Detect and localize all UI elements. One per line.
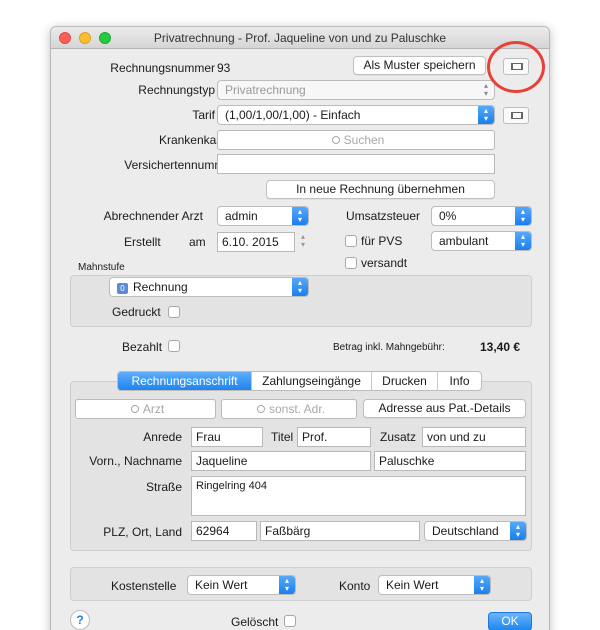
date-stepper-icon[interactable]: ▴ ▾ bbox=[298, 233, 308, 251]
other-address-search-placeholder: sonst. Adr. bbox=[268, 402, 326, 416]
deleted-checkbox[interactable] bbox=[284, 615, 296, 627]
dunning-section-label: Mahnstufe bbox=[78, 262, 125, 273]
tariff-icon-button[interactable] bbox=[503, 107, 529, 124]
invoice-type-label: Rechnungstyp bbox=[138, 83, 215, 97]
billing-doctor-label: Abrechnender Arzt bbox=[103, 209, 203, 223]
tariff-select[interactable]: (1,00/1,00/1,00) - Einfach ▴ ▾ bbox=[217, 105, 495, 125]
tariff-icon bbox=[511, 112, 523, 119]
cost-center-select[interactable]: Kein Wert ▴ ▾ bbox=[187, 575, 296, 595]
insurer-search-placeholder: Suchen bbox=[343, 133, 385, 147]
city-input[interactable]: Faßbärg bbox=[260, 521, 420, 541]
treatment-mode-select[interactable]: ambulant ▴ ▾ bbox=[431, 231, 532, 251]
insurer-search-input[interactable]: Suchen bbox=[217, 130, 495, 150]
doctor-search-placeholder: Arzt bbox=[142, 402, 165, 416]
highlight-circle bbox=[487, 41, 545, 93]
treatment-mode-value: ambulant bbox=[439, 234, 489, 248]
sent-label: versandt bbox=[361, 256, 408, 270]
chevron-updown-icon: ▴ ▾ bbox=[515, 232, 531, 250]
vat-select[interactable]: 0% ▴ ▾ bbox=[431, 206, 532, 226]
paid-label: Bezahlt bbox=[122, 340, 163, 354]
chevron-updown-icon: ▴ ▾ bbox=[279, 576, 295, 594]
billing-doctor-select[interactable]: admin ▴ ▾ bbox=[217, 206, 309, 226]
pvs-label: für PVS bbox=[361, 234, 403, 248]
salutation-input[interactable]: Frau bbox=[191, 427, 263, 447]
chevron-updown-icon: ▴ ▾ bbox=[292, 278, 308, 296]
created-date-input[interactable]: 6.10. 2015 bbox=[217, 232, 295, 252]
title-input[interactable]: Prof. bbox=[297, 427, 371, 447]
chevron-updown-icon: ▴ ▾ bbox=[292, 207, 308, 225]
titlebar: Privatrechnung - Prof. Jaqueline von und… bbox=[51, 27, 549, 49]
vat-value: 0% bbox=[439, 209, 457, 223]
salutation-label: Anrede bbox=[143, 430, 182, 444]
account-value: Kein Wert bbox=[386, 578, 439, 592]
invoice-window: Privatrechnung - Prof. Jaqueline von und… bbox=[50, 26, 550, 630]
chevron-updown-icon: ▴ ▾ bbox=[483, 81, 488, 98]
street-textarea[interactable]: Ringelring 404 bbox=[191, 476, 526, 516]
tab-print[interactable]: Drucken bbox=[372, 372, 438, 390]
help-button[interactable]: ? bbox=[70, 610, 90, 630]
other-address-search-input[interactable]: sonst. Adr. bbox=[221, 399, 357, 419]
doctor-search-input[interactable]: Arzt bbox=[75, 399, 216, 419]
sent-checkbox[interactable] bbox=[345, 257, 357, 269]
dunning-level-select[interactable]: 0 Rechnung ▴ ▾ bbox=[109, 277, 309, 297]
cost-center-label: Kostenstelle bbox=[111, 579, 177, 593]
invoice-number-label: Rechnungsnummer bbox=[110, 61, 215, 75]
cost-center-value: Kein Wert bbox=[195, 578, 248, 592]
title-label: Titel bbox=[271, 430, 294, 444]
transfer-to-new-invoice-button[interactable]: In neue Rechnung übernehmen bbox=[266, 180, 495, 199]
invoice-type-value: Privatrechnung bbox=[225, 83, 306, 97]
plz-input[interactable]: 62964 bbox=[191, 521, 257, 541]
search-icon bbox=[130, 405, 139, 413]
invoice-type-select: Privatrechnung ▴ ▾ bbox=[217, 80, 495, 100]
printed-label: Gedruckt bbox=[112, 305, 161, 319]
address-tabs: Rechnungsanschrift Zahlungseingänge Druc… bbox=[117, 371, 482, 391]
address-from-patient-button[interactable]: Adresse aus Pat.-Details bbox=[363, 399, 526, 418]
save-as-template-button[interactable]: Als Muster speichern bbox=[353, 56, 486, 75]
tab-billing-address[interactable]: Rechnungsanschrift bbox=[118, 372, 252, 390]
name-label: Vorn., Nachname bbox=[89, 454, 182, 468]
plz-city-country-label: PLZ, Ort, Land bbox=[103, 525, 182, 539]
tariff-label: Tarif bbox=[192, 108, 215, 122]
created-am-label: am bbox=[189, 235, 206, 249]
window-title: Privatrechnung - Prof. Jaqueline von und… bbox=[153, 31, 447, 45]
account-label: Konto bbox=[339, 579, 371, 593]
tab-payments[interactable]: Zahlungseingänge bbox=[252, 372, 372, 390]
insured-number-input[interactable] bbox=[217, 154, 495, 174]
dunning-level-badge: 0 bbox=[117, 283, 128, 294]
created-label: Erstellt bbox=[124, 235, 161, 249]
chevron-updown-icon: ▴ ▾ bbox=[478, 106, 494, 124]
billing-doctor-value: admin bbox=[225, 209, 258, 223]
invoice-number-value: 93 bbox=[217, 61, 231, 75]
pvs-checkbox[interactable] bbox=[345, 235, 357, 247]
tariff-value: (1,00/1,00/1,00) - Einfach bbox=[225, 108, 361, 122]
first-name-input[interactable]: Jaqueline bbox=[191, 451, 371, 471]
country-select[interactable]: Deutschland ▴ ▾ bbox=[424, 521, 527, 541]
street-label: Straße bbox=[145, 480, 182, 494]
search-icon bbox=[256, 405, 265, 413]
country-value: Deutschland bbox=[432, 524, 499, 538]
deleted-label: Gelöscht bbox=[231, 615, 279, 629]
suffix-label: Zusatz bbox=[380, 430, 417, 444]
account-select[interactable]: Kein Wert ▴ ▾ bbox=[378, 575, 491, 595]
dunning-level-value: Rechnung bbox=[133, 280, 188, 294]
chevron-updown-icon: ▴ ▾ bbox=[474, 576, 490, 594]
suffix-input[interactable]: von und zu bbox=[422, 427, 526, 447]
vat-label: Umsatzsteuer bbox=[346, 209, 421, 223]
chevron-updown-icon: ▴ ▾ bbox=[515, 207, 531, 225]
amount-value: 13,40 € bbox=[480, 340, 521, 354]
tab-info[interactable]: Info bbox=[438, 372, 481, 390]
chevron-updown-icon: ▴ ▾ bbox=[510, 522, 526, 540]
paid-checkbox[interactable] bbox=[168, 340, 180, 352]
printed-checkbox[interactable] bbox=[168, 306, 180, 318]
search-icon bbox=[331, 136, 340, 144]
last-name-input[interactable]: Paluschke bbox=[374, 451, 526, 471]
amount-label: Betrag inkl. Mahngebühr: bbox=[333, 342, 445, 353]
ok-button[interactable]: OK bbox=[488, 612, 532, 630]
